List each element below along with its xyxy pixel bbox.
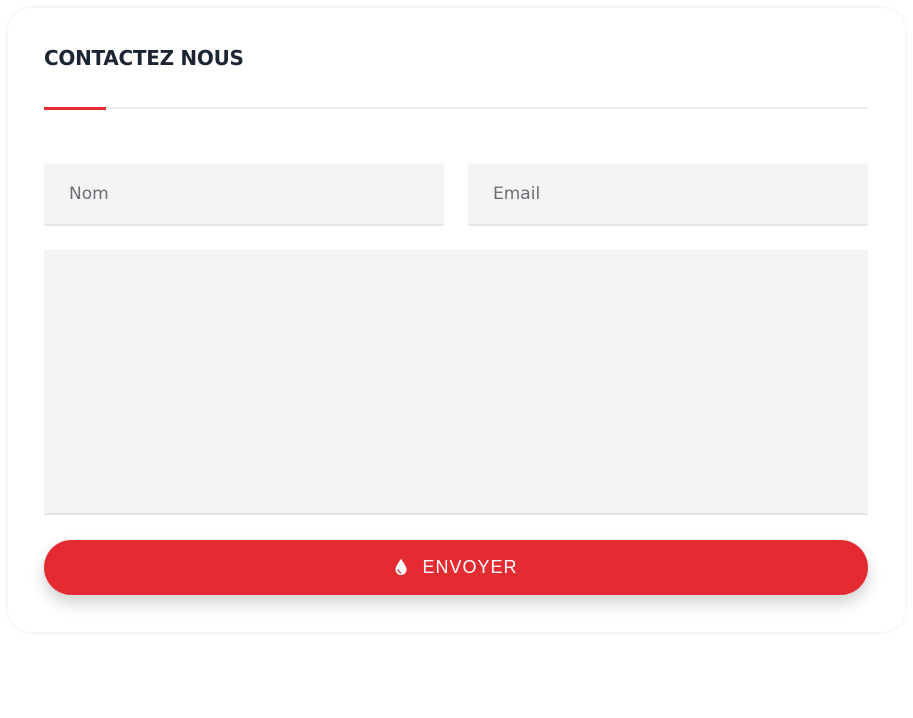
drop-icon <box>394 558 408 576</box>
name-input[interactable] <box>44 164 444 226</box>
title-divider-accent <box>44 106 106 110</box>
message-textarea[interactable] <box>44 250 868 515</box>
send-button-label: ENVOYER <box>422 557 518 577</box>
send-button[interactable]: ENVOYER <box>44 540 868 595</box>
email-input[interactable] <box>468 164 868 226</box>
title-divider <box>44 106 868 110</box>
form-title: CONTACTEZ NOUS <box>44 46 244 70</box>
contact-form-card: CONTACTEZ NOUS ENVOYER <box>8 8 905 632</box>
